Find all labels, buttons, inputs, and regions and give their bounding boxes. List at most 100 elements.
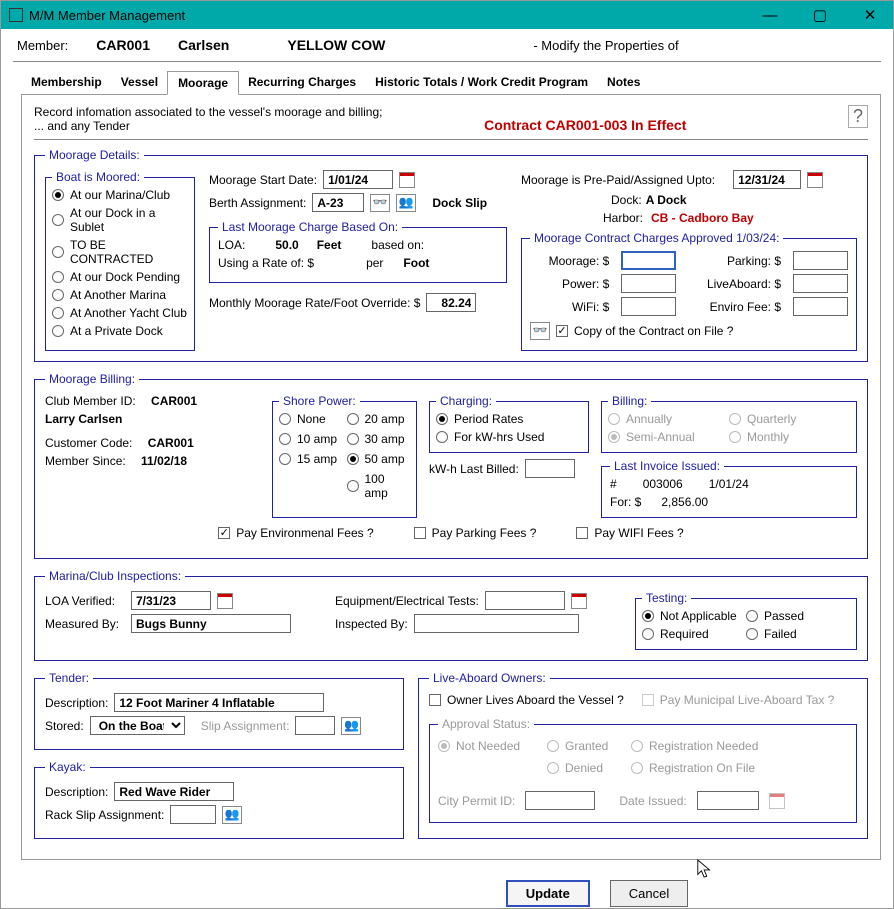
chg-period[interactable] bbox=[436, 413, 448, 425]
tender-desc-input[interactable] bbox=[114, 693, 324, 712]
people-icon[interactable]: 👥 bbox=[396, 194, 416, 212]
copy-on-file-checkbox[interactable] bbox=[556, 325, 568, 337]
last-charge-legend: Last Moorage Charge Based On: bbox=[218, 220, 402, 234]
pay-wifi-label: Pay WIFI Fees ? bbox=[594, 526, 683, 540]
radio-tbc[interactable] bbox=[52, 246, 64, 258]
appr-not-needed bbox=[438, 740, 450, 752]
pay-tax-checkbox bbox=[642, 694, 654, 706]
view-contract-icon[interactable]: 👓 bbox=[530, 322, 550, 340]
calendar-icon-5 bbox=[769, 793, 785, 809]
start-date-input[interactable] bbox=[323, 170, 393, 189]
tab-recurring[interactable]: Recurring Charges bbox=[238, 70, 366, 94]
pay-park-checkbox[interactable] bbox=[414, 527, 426, 539]
lookup-icon[interactable]: 👓 bbox=[370, 194, 390, 212]
bill-monthly bbox=[729, 431, 741, 443]
power-chg-input[interactable] bbox=[621, 274, 676, 293]
test-na[interactable] bbox=[642, 610, 654, 622]
radio-other-marina[interactable] bbox=[52, 289, 64, 301]
kayak-rack-input[interactable] bbox=[170, 805, 216, 824]
moorage-details-group: Moorage Details: Boat is Moored: At our … bbox=[34, 148, 868, 362]
insp-by-input[interactable] bbox=[414, 614, 579, 633]
tender-legend: Tender: bbox=[45, 671, 93, 685]
radio-private[interactable] bbox=[52, 325, 64, 337]
pay-env-checkbox[interactable] bbox=[218, 527, 230, 539]
berth-label: Berth Assignment: bbox=[209, 196, 306, 210]
billing-legend: Billing: bbox=[608, 394, 651, 408]
charging-group: Charging: Period Rates For kW-hrs Used bbox=[429, 394, 589, 453]
override-input[interactable] bbox=[426, 293, 476, 312]
loa-ver-input[interactable] bbox=[131, 591, 211, 610]
lbl-private: At a Private Dock bbox=[70, 324, 163, 338]
radio-dock-sublet[interactable] bbox=[52, 214, 64, 226]
test-passed[interactable] bbox=[746, 610, 758, 622]
sp-15[interactable] bbox=[279, 453, 291, 465]
bill-annually bbox=[608, 413, 620, 425]
intro-line2: ... and any Tender bbox=[34, 119, 383, 133]
tab-historic[interactable]: Historic Totals / Work Credit Program bbox=[365, 70, 598, 94]
titlebar[interactable]: M/M Member Management — ▢ ✕ bbox=[1, 1, 893, 29]
prepaid-input[interactable] bbox=[733, 170, 801, 189]
approval-legend: Approval Status: bbox=[438, 717, 534, 731]
appr-reg-needed bbox=[631, 740, 643, 752]
member-name: Carlsen bbox=[178, 37, 229, 53]
radio-pending[interactable] bbox=[52, 271, 64, 283]
calendar-icon-3[interactable] bbox=[217, 593, 233, 609]
equip-input[interactable] bbox=[485, 591, 565, 610]
intro-divider bbox=[34, 139, 868, 140]
minimize-button[interactable]: — bbox=[755, 7, 785, 23]
measured-input[interactable] bbox=[131, 614, 291, 633]
calendar-icon[interactable] bbox=[399, 172, 415, 188]
close-button[interactable]: ✕ bbox=[855, 7, 885, 23]
parking-chg-input[interactable] bbox=[793, 251, 848, 270]
per-unit: Foot bbox=[403, 256, 429, 270]
moorage-chg-input[interactable] bbox=[621, 251, 676, 270]
tab-vessel[interactable]: Vessel bbox=[111, 70, 168, 94]
lbl-other-yc: At Another Yacht Club bbox=[70, 306, 187, 320]
sp-none[interactable] bbox=[279, 413, 291, 425]
harbor-label: Harbor: bbox=[603, 211, 643, 225]
sp-100[interactable] bbox=[347, 480, 359, 492]
shore-power-group: Shore Power: None 20 amp 10 amp 30 amp 1… bbox=[272, 394, 417, 518]
sp-30[interactable] bbox=[347, 433, 359, 445]
testing-legend: Testing: bbox=[642, 591, 691, 605]
liveaboard-chg-input[interactable] bbox=[793, 274, 848, 293]
sp-20[interactable] bbox=[347, 413, 359, 425]
kwh-last-input[interactable] bbox=[525, 459, 575, 478]
tender-slip-lookup-icon[interactable]: 👥 bbox=[341, 717, 361, 735]
kayak-desc-input[interactable] bbox=[114, 782, 234, 801]
radio-at-marina[interactable] bbox=[52, 189, 64, 201]
maximize-button[interactable]: ▢ bbox=[805, 7, 835, 23]
calendar-icon-2[interactable] bbox=[807, 172, 823, 188]
kayak-lookup-icon[interactable]: 👥 bbox=[222, 806, 242, 824]
modify-label: - Modify the Properties of bbox=[533, 38, 678, 53]
test-required[interactable] bbox=[642, 628, 654, 640]
tender-stored-label: Stored: bbox=[45, 719, 84, 733]
enviro-chg-input[interactable] bbox=[793, 297, 848, 316]
member-code: CAR001 bbox=[96, 37, 150, 53]
test-failed[interactable] bbox=[746, 628, 758, 640]
berth-input[interactable] bbox=[312, 193, 364, 212]
update-button[interactable]: Update bbox=[506, 880, 590, 907]
radio-other-yc[interactable] bbox=[52, 307, 64, 319]
lbl-dock-sublet: At our Dock in a Sublet bbox=[70, 206, 188, 234]
chg-kwh[interactable] bbox=[436, 431, 448, 443]
tab-moorage[interactable]: Moorage bbox=[167, 71, 239, 95]
sp-50[interactable] bbox=[347, 453, 359, 465]
wifi-chg-input[interactable] bbox=[621, 297, 676, 316]
calendar-icon-4[interactable] bbox=[571, 593, 587, 609]
tab-notes[interactable]: Notes bbox=[597, 70, 650, 94]
liveaboard-legend: Live-Aboard Owners: bbox=[429, 671, 550, 685]
rate-label: Using a Rate of: $ bbox=[218, 256, 314, 270]
cancel-button[interactable]: Cancel bbox=[610, 880, 688, 907]
kwh-last-label: kW-h Last Billed: bbox=[429, 462, 519, 476]
sp-10[interactable] bbox=[279, 433, 291, 445]
pay-wifi-checkbox[interactable] bbox=[576, 527, 588, 539]
owner-lives-checkbox[interactable] bbox=[429, 694, 441, 706]
intro-row: Record infomation associated to the vess… bbox=[34, 105, 868, 139]
tab-membership[interactable]: Membership bbox=[21, 70, 112, 94]
pay-park-label: Pay Parking Fees ? bbox=[432, 526, 537, 540]
tender-slip-label: Slip Assignment: bbox=[201, 719, 290, 733]
tender-stored-select[interactable]: On the Boat bbox=[90, 716, 185, 735]
lbl-tbc: TO BE CONTRACTED bbox=[70, 238, 188, 266]
help-icon[interactable]: ? bbox=[848, 105, 868, 128]
